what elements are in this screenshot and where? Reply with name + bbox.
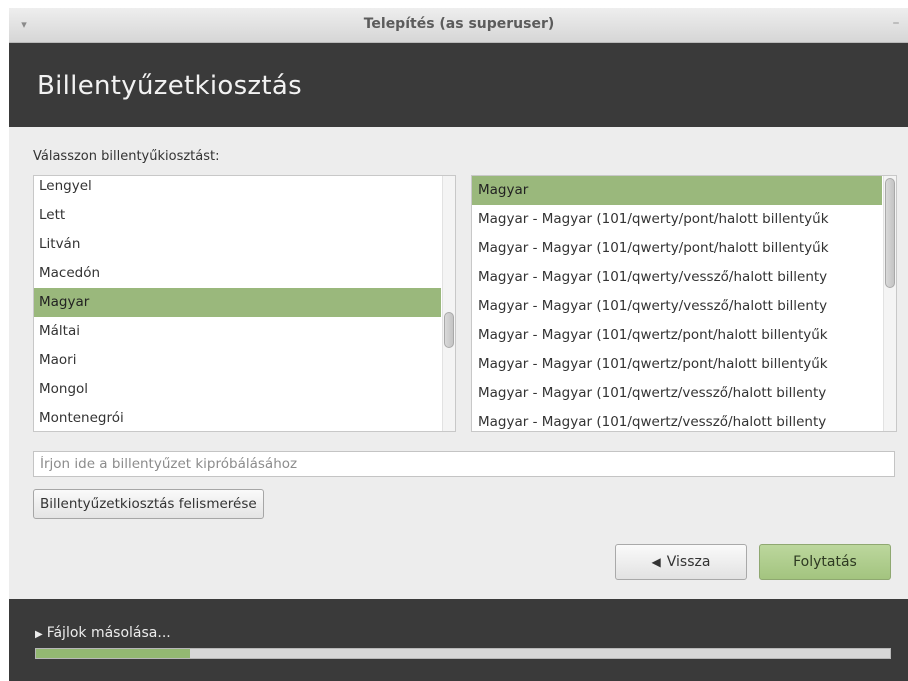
list-item[interactable]: Maori xyxy=(34,346,441,375)
back-button[interactable]: ◀ Vissza xyxy=(615,544,747,580)
progress-footer: ▶ Fájlok másolása... xyxy=(9,599,908,681)
list-item[interactable]: Lengyel xyxy=(34,176,441,201)
list-item[interactable]: Magyar - Magyar (101/qwerty/pont/halott … xyxy=(472,205,882,234)
list-item[interactable]: Máltai xyxy=(34,317,441,346)
minimize-icon[interactable]: – xyxy=(889,16,903,30)
list-item[interactable]: Magyar - Magyar (101/qwerty/vessző/halot… xyxy=(472,292,882,321)
variant-list-scrollbar[interactable] xyxy=(883,176,896,431)
layout-list-scrollbar[interactable] xyxy=(442,176,455,431)
list-item[interactable]: Magyar xyxy=(472,176,882,205)
list-item[interactable]: Macedón xyxy=(34,259,441,288)
status-expander[interactable]: ▶ Fájlok másolása... xyxy=(35,625,171,641)
title-bar[interactable]: ▾ Telepítés (as superuser) – xyxy=(9,8,908,43)
keyboard-test-input[interactable] xyxy=(33,451,895,477)
expander-triangle-icon: ▶ xyxy=(35,629,43,640)
list-item[interactable]: Magyar xyxy=(34,288,441,317)
installer-window: ▾ Telepítés (as superuser) – Billentyűze… xyxy=(9,8,908,681)
page-title: Billentyűzetkiosztás xyxy=(37,71,302,101)
main-content: Válasszon billentyűkiosztást: Lengyel Le… xyxy=(9,127,908,599)
back-arrow-icon: ◀ xyxy=(651,555,661,569)
list-item[interactable]: Litván xyxy=(34,230,441,259)
layout-prompt-label: Válasszon billentyűkiosztást: xyxy=(33,149,220,164)
status-text: Fájlok másolása... xyxy=(46,625,171,641)
list-item[interactable]: Montenegrói xyxy=(34,404,441,431)
list-item[interactable]: Magyar - Magyar (101/qwerty/vessző/halot… xyxy=(472,263,882,292)
window-title: Telepítés (as superuser) xyxy=(363,16,555,32)
variant-list[interactable]: Magyar Magyar - Magyar (101/qwerty/pont/… xyxy=(471,175,897,432)
list-item[interactable]: Magyar - Magyar (101/qwertz/vessző/halot… xyxy=(472,408,882,431)
scrollbar-thumb[interactable] xyxy=(885,178,895,288)
list-item[interactable]: Magyar - Magyar (101/qwertz/pont/halott … xyxy=(472,350,882,379)
progress-bar xyxy=(35,648,891,659)
list-item[interactable]: Mongol xyxy=(34,375,441,404)
list-item[interactable]: Lett xyxy=(34,201,441,230)
page-header: Billentyűzetkiosztás xyxy=(9,43,908,127)
progress-fill xyxy=(36,649,190,658)
list-item[interactable]: Magyar - Magyar (101/qwerty/pont/halott … xyxy=(472,234,882,263)
list-item[interactable]: Magyar - Magyar (101/qwertz/vessző/halot… xyxy=(472,379,882,408)
layout-list[interactable]: Lengyel Lett Litván Macedón Magyar Málta… xyxy=(33,175,456,432)
continue-button[interactable]: Folytatás xyxy=(759,544,891,580)
detect-layout-button[interactable]: Billentyűzetkiosztás felismerése xyxy=(33,489,264,519)
back-button-label: Vissza xyxy=(666,554,711,570)
list-item[interactable]: Magyar - Magyar (101/qwertz/pont/halott … xyxy=(472,321,882,350)
scrollbar-thumb[interactable] xyxy=(444,312,454,348)
